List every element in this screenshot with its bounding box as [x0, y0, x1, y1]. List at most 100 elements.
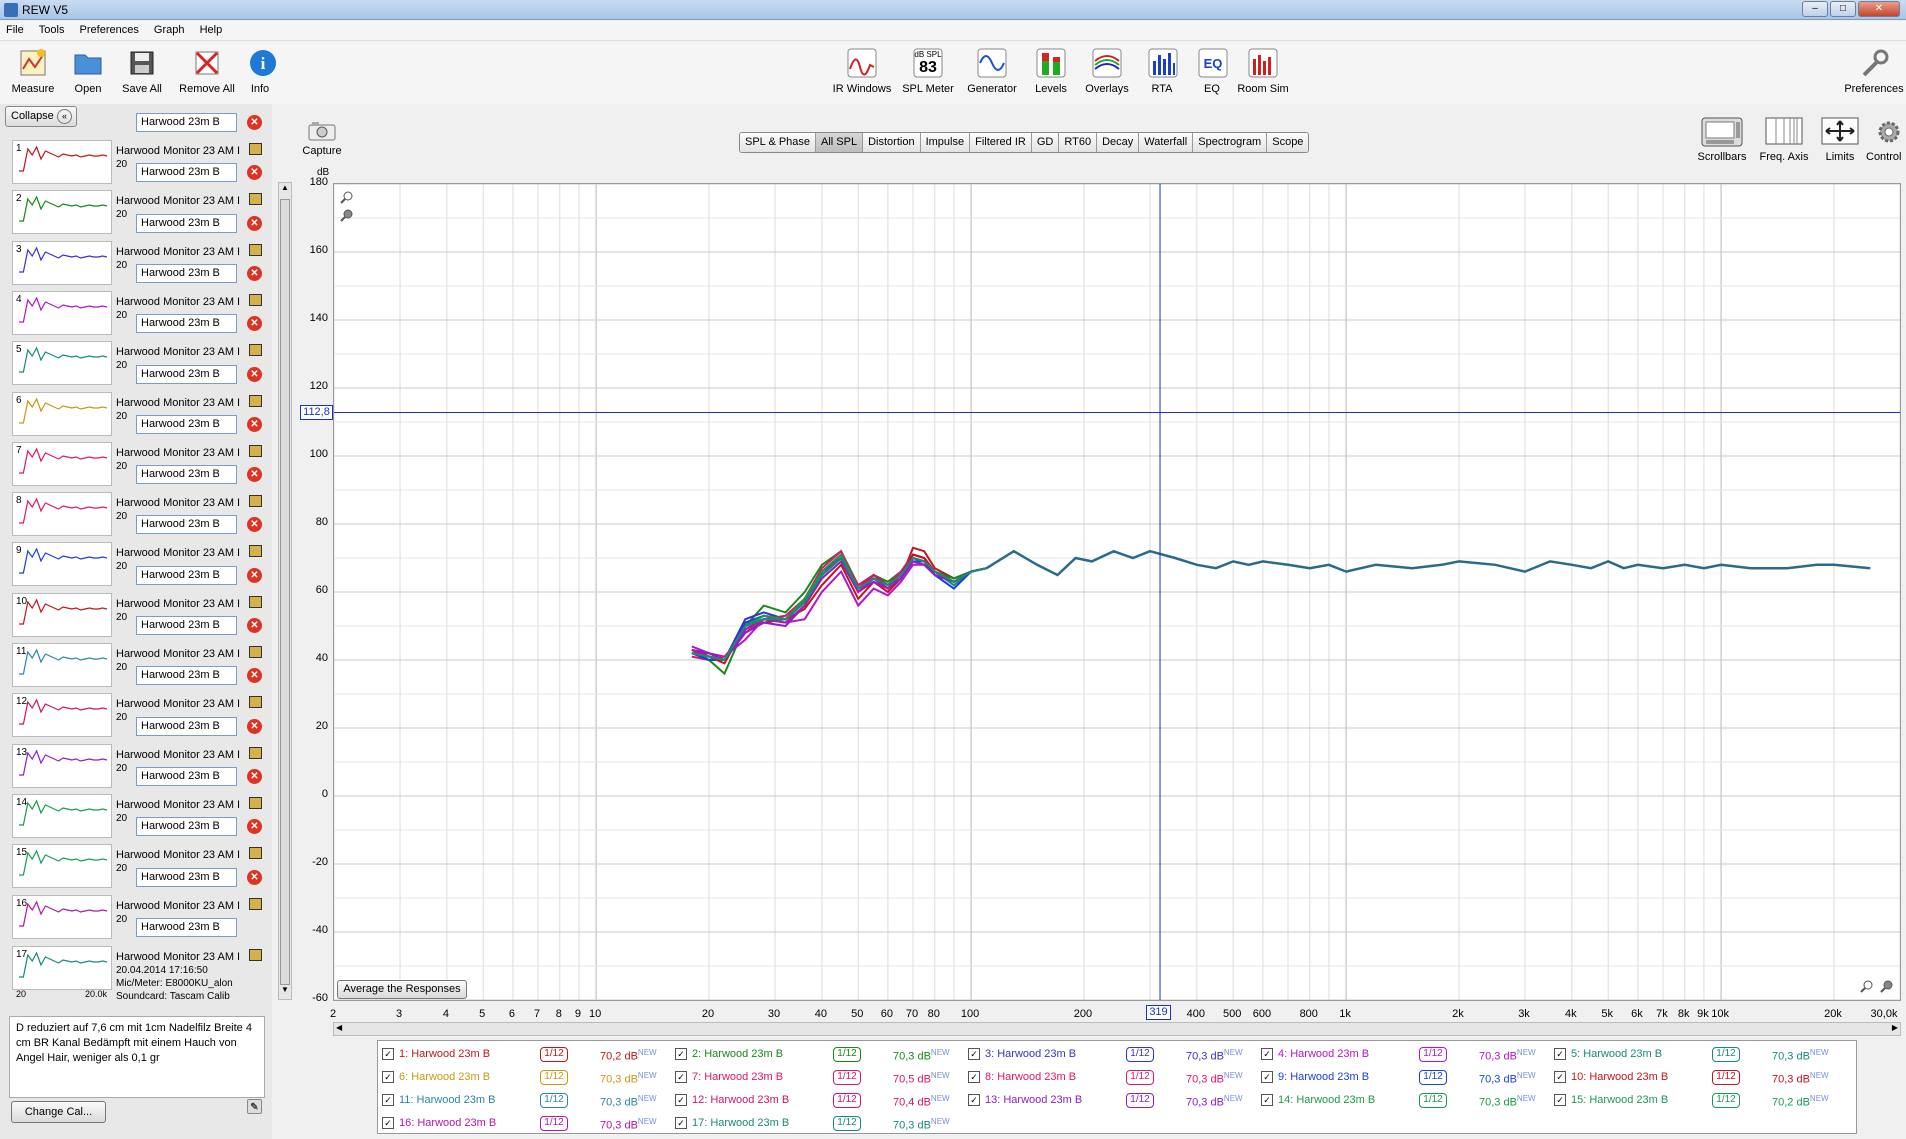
measurement-name-field[interactable]: Harwood 23m B [136, 213, 237, 233]
close-button[interactable]: ✕ [1858, 1, 1900, 17]
tab-rt60[interactable]: RT60 [1059, 133, 1098, 152]
x-zoom-in-icon[interactable] [1860, 979, 1874, 996]
menu-tools[interactable]: Tools [33, 21, 71, 36]
measurement-name-field[interactable]: Harwood 23m B [136, 263, 237, 283]
impulse-icon[interactable] [249, 193, 262, 206]
impulse-icon[interactable] [249, 394, 262, 407]
measure-button[interactable]: Measure [8, 46, 58, 95]
measurement-name-field[interactable]: Harwood 23m B [136, 314, 237, 334]
scroll-right-icon[interactable]: ▶ [1892, 1023, 1898, 1032]
legend-checkbox[interactable]: ✓ [675, 1071, 687, 1083]
limits-button[interactable]: Limits [1816, 116, 1864, 163]
smoothing-badge[interactable]: 1/12 [1712, 1093, 1740, 1108]
tab-all-spl[interactable]: All SPL [816, 133, 864, 152]
vertical-scrollbar[interactable]: ▲ ▼ [278, 182, 292, 1000]
impulse-icon[interactable] [249, 243, 262, 256]
generator-button[interactable]: Generator [964, 46, 1020, 95]
spl-plot[interactable] [333, 183, 1901, 1001]
room-sim-button[interactable]: Room Sim [1236, 46, 1290, 95]
tab-scope[interactable]: Scope [1267, 133, 1309, 152]
tab-impulse[interactable]: Impulse [920, 133, 971, 152]
delete-measurement-icon[interactable]: ✕ [247, 265, 262, 281]
legend-checkbox[interactable]: ✓ [1261, 1094, 1273, 1106]
impulse-icon[interactable] [249, 444, 262, 457]
scroll-left-icon[interactable]: ◀ [336, 1023, 342, 1032]
delete-measurement-icon[interactable]: ✕ [247, 718, 262, 734]
legend-checkbox[interactable]: ✓ [382, 1048, 394, 1060]
scrollbars-button[interactable]: Scrollbars [1694, 116, 1750, 163]
menu-preferences[interactable]: Preferences [74, 21, 145, 36]
smoothing-badge[interactable]: 1/12 [833, 1047, 861, 1062]
measurement-name-field[interactable]: Harwood 23m B [136, 716, 237, 736]
delete-measurement-icon[interactable]: ✕ [247, 416, 262, 432]
spl-chart[interactable] [333, 183, 1901, 1001]
measurement-name-field[interactable]: Harwood 23m B [136, 565, 237, 585]
impulse-icon[interactable] [249, 646, 262, 658]
measurement-name-field[interactable]: Harwood 23m B [136, 616, 237, 635]
legend-checkbox[interactable]: ✓ [675, 1094, 687, 1106]
smoothing-badge[interactable]: 1/12 [833, 1116, 861, 1131]
legend-checkbox[interactable]: ✓ [968, 1071, 980, 1083]
smoothing-badge[interactable]: 1/12 [540, 1047, 568, 1062]
legend-checkbox[interactable]: ✓ [675, 1048, 687, 1060]
legend-checkbox[interactable]: ✓ [382, 1117, 394, 1129]
measurement-name-field[interactable]: Harwood 23m B [136, 817, 237, 837]
capture-button[interactable]: Capture [302, 120, 342, 157]
control-button[interactable]: Control [1866, 116, 1906, 163]
legend-checkbox[interactable]: ✓ [1554, 1094, 1566, 1106]
preferences-button[interactable]: Preferences [1842, 46, 1906, 95]
levels-button[interactable]: Levels [1032, 46, 1070, 95]
collapse-button[interactable]: Collapse « [5, 106, 77, 127]
smoothing-badge[interactable]: 1/12 [833, 1070, 861, 1085]
impulse-icon[interactable] [249, 949, 262, 961]
measurement-name-field[interactable]: Harwood 23m B [136, 113, 237, 132]
legend-checkbox[interactable]: ✓ [968, 1048, 980, 1060]
delete-measurement-icon[interactable]: ✕ [247, 869, 262, 885]
smoothing-badge[interactable]: 1/12 [1712, 1047, 1740, 1062]
delete-measurement-icon[interactable]: ✕ [247, 768, 262, 784]
tab-spectrogram[interactable]: Spectrogram [1193, 133, 1268, 152]
smoothing-badge[interactable]: 1/12 [1419, 1093, 1447, 1108]
zoom-out-icon[interactable] [340, 208, 354, 225]
smoothing-badge[interactable]: 1/12 [833, 1093, 861, 1108]
change-cal-button[interactable]: Change Cal... [11, 1101, 106, 1123]
smoothing-badge[interactable]: 1/12 [1126, 1093, 1154, 1108]
legend-checkbox[interactable]: ✓ [382, 1071, 394, 1083]
delete-measurement-icon[interactable]: ✕ [247, 215, 262, 231]
impulse-icon[interactable] [249, 495, 262, 508]
rta-button[interactable]: RTA [1146, 46, 1178, 95]
tab-distortion[interactable]: Distortion [863, 133, 921, 152]
impulse-icon[interactable] [249, 143, 262, 155]
overlays-button[interactable]: Overlays [1082, 46, 1132, 95]
smoothing-badge[interactable]: 1/12 [1419, 1047, 1447, 1062]
measurement-name-field[interactable]: Harwood 23m B [136, 515, 237, 535]
horizontal-scrollbar[interactable]: ◀ ▶ [333, 1022, 1901, 1036]
menu-file[interactable]: File [0, 21, 30, 36]
scroll-down-icon[interactable]: ▼ [279, 985, 291, 999]
measurement-name-field[interactable]: Harwood 23m B [136, 766, 237, 786]
legend-checkbox[interactable]: ✓ [968, 1094, 980, 1106]
minimize-button[interactable]: – [1802, 1, 1828, 17]
open-button[interactable]: Open [68, 46, 108, 95]
edit-notes-icon[interactable]: ✎ [247, 1099, 262, 1114]
delete-measurement-icon[interactable]: ✕ [247, 618, 262, 633]
impulse-icon[interactable] [249, 545, 262, 558]
smoothing-badge[interactable]: 1/12 [540, 1116, 568, 1131]
measurement-notes[interactable]: D reduziert auf 7,6 cm mit 1cm Nadelfilz… [9, 1016, 265, 1098]
legend-checkbox[interactable]: ✓ [382, 1094, 394, 1106]
measurement-name-field[interactable]: Harwood 23m B [136, 465, 237, 485]
impulse-icon[interactable] [249, 344, 262, 357]
measurement-name-field[interactable]: Harwood 23m B [136, 163, 237, 183]
delete-measurement-icon[interactable]: ✕ [247, 366, 262, 382]
zoom-in-icon[interactable] [340, 190, 354, 207]
smoothing-badge[interactable]: 1/12 [1126, 1047, 1154, 1062]
measurement-name-field[interactable]: Harwood 23m B [136, 414, 237, 434]
smoothing-badge[interactable]: 1/12 [540, 1093, 568, 1108]
selected-measurement[interactable]: 17 20 20.0k Harwood Monitor 23 AM I 20.0… [6, 946, 270, 1002]
tab-waterfall[interactable]: Waterfall [1139, 133, 1194, 152]
remove-all-button[interactable]: Remove All [178, 46, 236, 95]
legend-checkbox[interactable]: ✓ [675, 1117, 687, 1129]
impulse-icon[interactable] [249, 293, 262, 306]
legend-checkbox[interactable]: ✓ [1261, 1048, 1273, 1060]
tab-gd[interactable]: GD [1031, 133, 1060, 152]
